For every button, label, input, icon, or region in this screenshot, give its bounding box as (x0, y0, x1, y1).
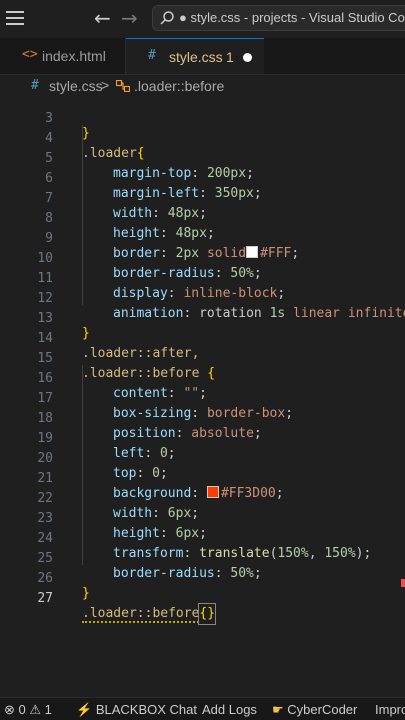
code-line: 11 display: inline-block; (0, 254, 405, 301)
cybercoder-button[interactable]: ☛ CyberCoder (272, 702, 357, 718)
code-line: 25 border-radius: 50%; (0, 534, 405, 581)
symbol-icon (116, 80, 130, 92)
code-line: 14 .loader::after, (0, 314, 405, 361)
code-line: 22 width: 6px; (0, 474, 405, 521)
cybercoder-label: CyberCoder (287, 702, 358, 717)
error-count: 0 (18, 702, 26, 717)
error-icon: ⊗ (4, 702, 15, 717)
code-line: 18 position: absolute; (0, 394, 405, 441)
code-line: 7 width: 48px; (0, 174, 405, 221)
code-editor[interactable]: 3 } 4 .loader{ 5 margin-top: 200px; 6 ma… (0, 97, 405, 697)
add-logs-button[interactable]: Add Logs (202, 702, 257, 717)
code-line: 10 border-radius: 50%; (0, 234, 405, 281)
code-line: 19 left: 0; (0, 414, 405, 461)
breadcrumb-separator: > (101, 77, 110, 93)
status-bar: ⊗ 0 ⚠ 1 ⚡ BLACKBOX Chat Add Logs ☛ Cyber… (0, 697, 405, 720)
code-line: 5 margin-top: 200px; (0, 134, 405, 181)
code-line: 26 } (0, 554, 405, 601)
problems-indicator[interactable]: ⊗ 0 ⚠ 1 (4, 702, 52, 718)
tab-style-css[interactable]: # style.css 1 (126, 38, 264, 74)
line-number: 27 (37, 591, 53, 606)
code-line: 16 content: ""; (0, 354, 405, 401)
title-bar: ← → ● style.css - projects - Visual Stud… (0, 0, 405, 39)
improve-button[interactable]: Improve (375, 702, 405, 717)
css-file-icon: # (148, 48, 156, 63)
problem-count-badge: 1 (226, 49, 234, 65)
code-line: 13 } (0, 294, 405, 341)
code-line: 21 background: #FF3D00; (0, 454, 405, 501)
blackbox-chat-label: BLACKBOX Chat (95, 702, 197, 717)
back-arrow-icon[interactable]: ← (94, 6, 111, 30)
code-line: 9 border: 2px solid #FFF; (0, 214, 405, 261)
command-center-search[interactable]: ● style.css - projects - Visual Studio C… (152, 5, 405, 31)
hand-pointer-icon: ☛ (272, 702, 284, 717)
css-file-icon: # (31, 78, 39, 93)
tab-label: index.html (42, 48, 106, 64)
code-line: 20 top: 0; (0, 434, 405, 481)
lightning-icon: ⚡ (76, 702, 93, 717)
code-line: 3 } (0, 97, 405, 141)
code-line: 15 .loader::before { (0, 334, 405, 381)
code-line-active: 27 .loader::before{} (0, 574, 405, 625)
selector-token: .loader::before (82, 606, 200, 623)
error-overview-marker (401, 579, 405, 587)
breadcrumb-symbol[interactable]: .loader::before (134, 78, 224, 94)
code-line: 23 height: 6px; (0, 494, 405, 541)
tab-index-html[interactable]: <> index.html (0, 38, 126, 74)
breadcrumb: # style.css > .loader::before (0, 75, 405, 97)
tab-label: style.css (169, 49, 223, 65)
warning-icon: ⚠ (29, 702, 42, 717)
editor-tab-bar: <> index.html # style.css 1 (0, 38, 405, 75)
code-line: 8 height: 48px; (0, 194, 405, 241)
code-line: 24 transform: translate(150%, 150%); (0, 514, 405, 561)
forward-arrow-icon[interactable]: → (121, 6, 138, 30)
code-line: 4 .loader{ (0, 114, 405, 161)
menu-icon[interactable] (6, 11, 24, 25)
warning-count: 1 (44, 702, 52, 717)
window-title: ● style.css - projects - Visual Studio C… (179, 10, 405, 25)
code-text: .loader::before{} (82, 603, 217, 625)
code-line: 12 animation: rotation 1s linear infinit… (0, 274, 405, 321)
code-line: 17 box-sizing: border-box; (0, 374, 405, 421)
unsaved-dot-icon[interactable] (243, 53, 252, 62)
breadcrumb-file[interactable]: style.css (49, 78, 103, 94)
html-file-icon: <> (22, 47, 38, 62)
brace-token: {} (198, 603, 217, 625)
search-icon (160, 11, 174, 25)
code-line: 6 margin-left: 350px; (0, 154, 405, 201)
blackbox-chat-button[interactable]: ⚡ BLACKBOX Chat (76, 702, 197, 718)
